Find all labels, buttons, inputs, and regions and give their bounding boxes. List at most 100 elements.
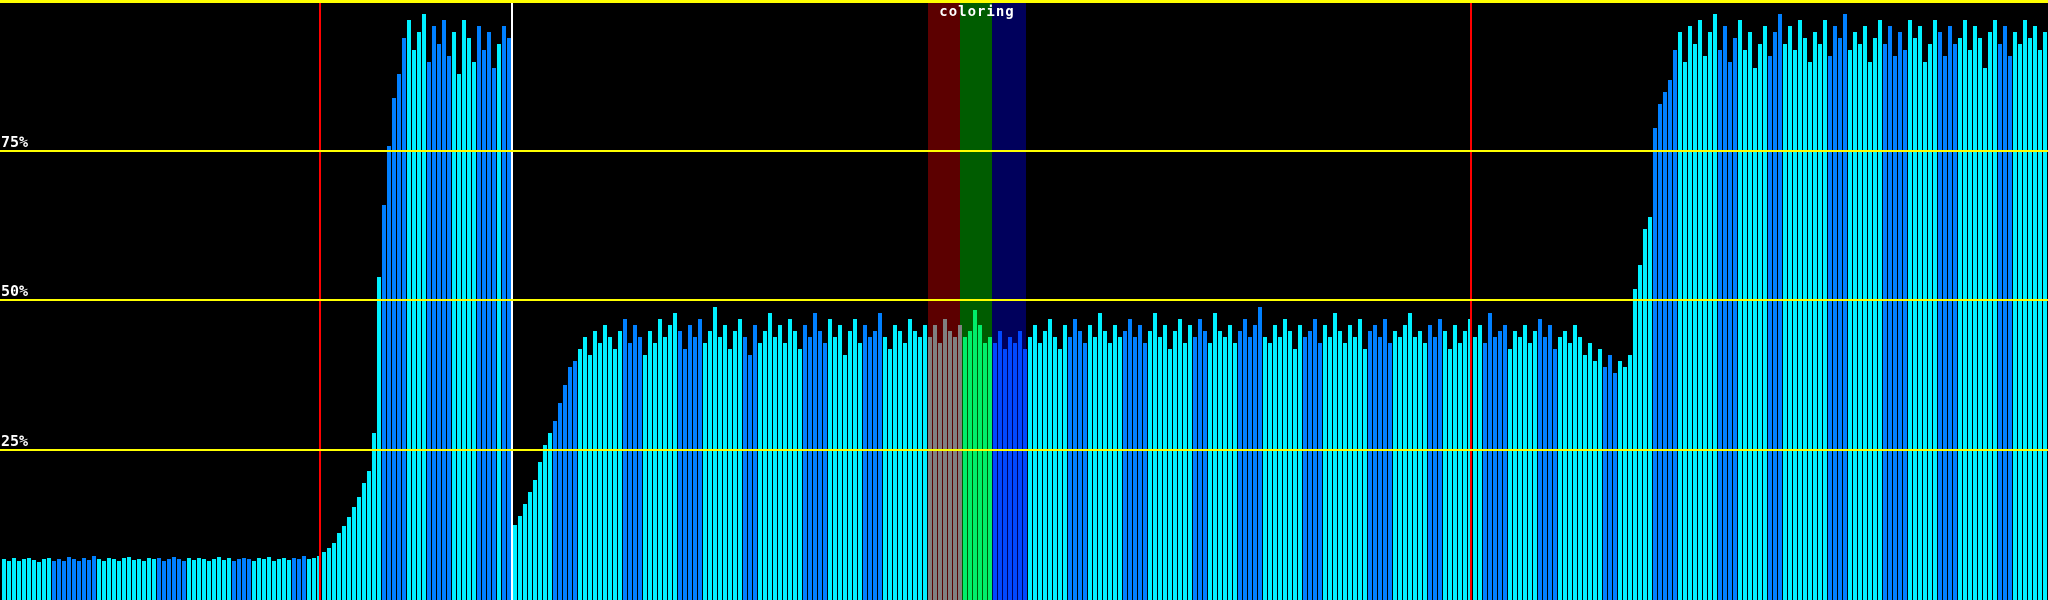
bar xyxy=(1563,331,1567,600)
bar xyxy=(1303,337,1307,600)
bar xyxy=(858,343,862,600)
bar xyxy=(447,56,451,600)
bar xyxy=(1293,349,1297,600)
bar xyxy=(467,38,471,600)
bar xyxy=(1538,319,1542,600)
bar xyxy=(222,560,226,600)
bar xyxy=(297,559,301,600)
bar xyxy=(327,548,331,600)
bar xyxy=(538,462,542,600)
bar xyxy=(1668,80,1672,600)
bar xyxy=(1853,32,1857,600)
bar xyxy=(668,325,672,600)
bar xyxy=(342,526,346,600)
bar xyxy=(1158,337,1162,600)
bar xyxy=(272,561,276,600)
bar xyxy=(177,559,181,600)
bar xyxy=(2038,50,2042,600)
bar xyxy=(1108,343,1112,600)
bar xyxy=(1683,62,1687,600)
bar xyxy=(1993,20,1997,600)
bar xyxy=(1548,325,1552,600)
bar xyxy=(1788,26,1792,600)
bar xyxy=(1493,337,1497,600)
bar xyxy=(1998,44,2002,600)
bar xyxy=(1458,343,1462,600)
bar xyxy=(638,337,642,600)
bar xyxy=(62,561,66,600)
bar xyxy=(147,558,151,600)
bar xyxy=(387,146,391,600)
bar xyxy=(1918,26,1922,600)
bar xyxy=(1863,26,1867,600)
bar xyxy=(157,558,161,600)
bar xyxy=(1123,331,1127,600)
bar xyxy=(87,560,91,600)
bar xyxy=(442,20,446,600)
bar xyxy=(1883,44,1887,600)
bar xyxy=(998,331,1002,600)
bar xyxy=(307,559,311,600)
bar xyxy=(1913,38,1917,600)
bar xyxy=(743,337,747,600)
bar xyxy=(1038,343,1042,600)
bar xyxy=(1963,20,1967,600)
bar xyxy=(217,557,221,600)
bar xyxy=(1873,38,1877,600)
bar xyxy=(132,560,136,600)
bar xyxy=(1798,20,1802,600)
bar xyxy=(1598,349,1602,600)
histogram-chart: 75% 50% 25% coloring xyxy=(0,0,2048,600)
bar xyxy=(97,559,101,600)
bar xyxy=(187,558,191,600)
bar xyxy=(497,44,501,600)
bar xyxy=(603,325,607,600)
bar xyxy=(793,331,797,600)
bar xyxy=(1178,319,1182,600)
bar xyxy=(1478,325,1482,600)
bar xyxy=(1443,331,1447,600)
bar xyxy=(853,319,857,600)
bar xyxy=(888,349,892,600)
bar xyxy=(2008,56,2012,600)
bar xyxy=(1388,343,1392,600)
bar xyxy=(863,325,867,600)
bar xyxy=(1173,331,1177,600)
bar xyxy=(1013,343,1017,600)
bar xyxy=(1093,337,1097,600)
bar xyxy=(2,559,6,600)
bar xyxy=(1428,325,1432,600)
bar xyxy=(1878,20,1882,600)
bar xyxy=(332,543,336,600)
bar xyxy=(1223,337,1227,600)
bar xyxy=(2013,32,2017,600)
bar xyxy=(1193,337,1197,600)
bar xyxy=(2043,32,2047,600)
bar xyxy=(422,14,426,600)
bar xyxy=(518,516,522,600)
bar xyxy=(1818,44,1822,600)
bar xyxy=(1383,319,1387,600)
bar xyxy=(1033,325,1037,600)
bar xyxy=(1498,331,1502,600)
bar xyxy=(578,349,582,600)
bar xyxy=(1253,325,1257,600)
bar xyxy=(948,331,952,600)
bar xyxy=(1363,349,1367,600)
bar xyxy=(392,98,396,600)
bar xyxy=(1358,319,1362,600)
bar xyxy=(1708,32,1712,600)
bar xyxy=(1718,50,1722,600)
bar xyxy=(1928,44,1932,600)
bar xyxy=(1418,331,1422,600)
axis-label-50: 50% xyxy=(1,282,29,300)
bar xyxy=(1503,325,1507,600)
bar xyxy=(1958,38,1962,600)
bar xyxy=(267,557,271,600)
bar xyxy=(543,445,547,600)
bar xyxy=(1828,56,1832,600)
bar xyxy=(563,385,567,600)
bar xyxy=(1283,319,1287,600)
bar xyxy=(1733,38,1737,600)
bar xyxy=(1148,331,1152,600)
